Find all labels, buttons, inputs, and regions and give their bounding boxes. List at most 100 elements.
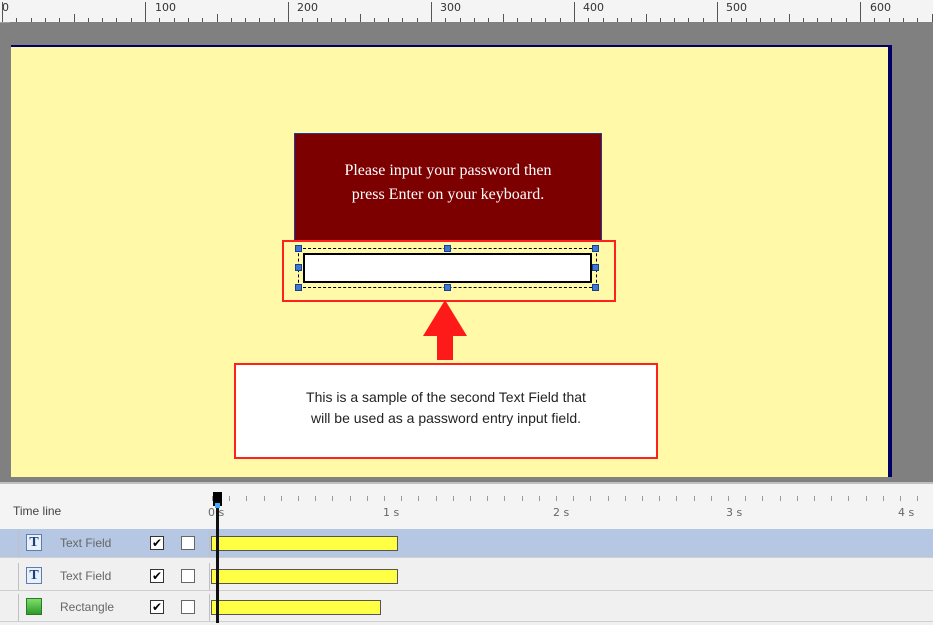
- resize-handle-top-left[interactable]: [295, 245, 302, 252]
- timeline-tick: [573, 496, 575, 501]
- lock-checkbox[interactable]: [181, 600, 195, 614]
- red-arrow-shaft: [437, 334, 453, 360]
- timeline-tick: [229, 496, 231, 501]
- timeline-tick: [762, 496, 764, 501]
- timeline-tick: [521, 496, 523, 501]
- ruler-tick: [502, 14, 504, 22]
- resize-handle-bottom[interactable]: [444, 284, 451, 291]
- timeline-tick: [659, 496, 661, 501]
- timeline-tick: [452, 496, 454, 501]
- time-mark: 3 s: [726, 506, 743, 519]
- ruler-label: 500: [726, 1, 747, 14]
- ruler-tick: [2, 2, 3, 22]
- timeline-tick: [607, 496, 609, 501]
- time-mark: 2 s: [553, 506, 570, 519]
- ruler-tick: [359, 14, 361, 22]
- ruler-tick: [431, 2, 432, 22]
- message-rectangle[interactable]: Please input your password then press En…: [294, 133, 602, 241]
- timeline-header: Time line 0 s 1 s 2 s 3 s 4 s: [0, 484, 933, 529]
- password-text-field[interactable]: [303, 253, 592, 283]
- resize-handle-right[interactable]: [592, 264, 599, 271]
- timeline-tick: [917, 496, 919, 501]
- resize-handle-top-right[interactable]: [592, 245, 599, 252]
- ruler-tick: [574, 2, 575, 22]
- rectangle-icon: [26, 598, 42, 615]
- layer-name: Text Field: [60, 569, 112, 583]
- timeline-tick: [470, 496, 471, 501]
- ruler-label: 100: [155, 1, 176, 14]
- timeline-panel: Time line 0 s 1 s 2 s 3 s 4 s T Text Fie…: [0, 482, 933, 625]
- layer-name: Rectangle: [60, 600, 115, 614]
- resize-handle-bottom-left[interactable]: [295, 284, 302, 291]
- ruler-tick: [288, 2, 289, 22]
- timeline-tick: [384, 496, 385, 501]
- timeline-tick: [435, 496, 437, 501]
- ruler-label: 600: [870, 1, 891, 14]
- timeline-tick: [263, 496, 265, 501]
- resize-handle-bottom-right[interactable]: [592, 284, 599, 291]
- ruler-tick: [788, 14, 790, 22]
- timeline-tick: [315, 496, 317, 501]
- ruler-label: 0: [2, 1, 9, 14]
- timeline-tick: [745, 496, 747, 501]
- timeline-tick: [366, 496, 368, 501]
- ruler-tick: [931, 14, 933, 22]
- callout-text-line2: will be used as a password entry input f…: [310, 410, 582, 426]
- text-field-icon: T: [26, 567, 42, 584]
- resize-handle-left[interactable]: [295, 264, 302, 271]
- timeline-tick: [642, 496, 643, 501]
- timeline-bar[interactable]: [211, 600, 381, 615]
- timeline-tick: [831, 496, 833, 501]
- ruler-tick: [717, 2, 718, 22]
- red-arrow-up-icon: [423, 300, 467, 336]
- timeline-tick: [848, 496, 850, 501]
- lock-checkbox[interactable]: [181, 569, 195, 583]
- timeline-tick: [538, 496, 540, 501]
- timeline-tick: [332, 496, 334, 501]
- timeline-label: Time line: [13, 504, 62, 518]
- timeline-tick: [814, 496, 815, 501]
- timeline-tick: [882, 496, 884, 501]
- visible-checkbox[interactable]: ✔: [150, 569, 164, 583]
- ruler-tick: [860, 2, 861, 22]
- ruler-tick: [645, 14, 647, 22]
- timeline-tick: [418, 496, 420, 501]
- horizontal-ruler: 0 100 200 300 400 500 600: [0, 0, 933, 23]
- message-text-line2: press Enter on your keyboard.: [351, 186, 545, 203]
- timeline-tick: [728, 496, 729, 501]
- layer-name: Text Field: [60, 536, 112, 550]
- timeline-tick: [556, 496, 557, 501]
- visible-checkbox[interactable]: ✔: [150, 600, 164, 614]
- timeline-tick: [796, 496, 798, 501]
- timeline-tick: [710, 496, 712, 501]
- annotation-callout: This is a sample of the second Text Fiel…: [234, 363, 658, 459]
- text-field-icon: T: [26, 534, 42, 551]
- timeline-bar[interactable]: [211, 569, 398, 584]
- timeline-tick: [280, 496, 282, 501]
- ruler-tick: [73, 14, 75, 22]
- ruler-tick: [216, 14, 218, 22]
- playhead-marker-icon: [215, 503, 220, 508]
- timeline-tick: [349, 496, 351, 501]
- timeline-tick: [900, 496, 901, 501]
- timeline-tick: [779, 496, 781, 501]
- lock-checkbox[interactable]: [181, 536, 195, 550]
- callout-text-line1: This is a sample of the second Text Fiel…: [306, 389, 586, 405]
- resize-handle-top[interactable]: [444, 245, 451, 252]
- timeline-tick: [504, 496, 506, 501]
- visible-checkbox[interactable]: ✔: [150, 536, 164, 550]
- ruler-label: 200: [297, 1, 318, 14]
- time-mark: 4 s: [898, 506, 915, 519]
- ruler-tick: [145, 2, 146, 22]
- timeline-row-text-field-1[interactable]: T Text Field ✔: [0, 529, 933, 558]
- timeline-row-text-field-2[interactable]: T Text Field ✔: [0, 562, 933, 591]
- timeline-tick: [693, 496, 695, 501]
- timeline-row-rectangle[interactable]: Rectangle ✔: [0, 593, 933, 622]
- time-mark: 1 s: [383, 506, 400, 519]
- timeline-bar[interactable]: [211, 536, 398, 551]
- timeline-playhead[interactable]: [216, 492, 219, 623]
- ruler-label: 300: [440, 1, 461, 14]
- timeline-tick: [246, 496, 248, 501]
- timeline-tick: [865, 496, 867, 501]
- timeline-tick: [624, 496, 626, 501]
